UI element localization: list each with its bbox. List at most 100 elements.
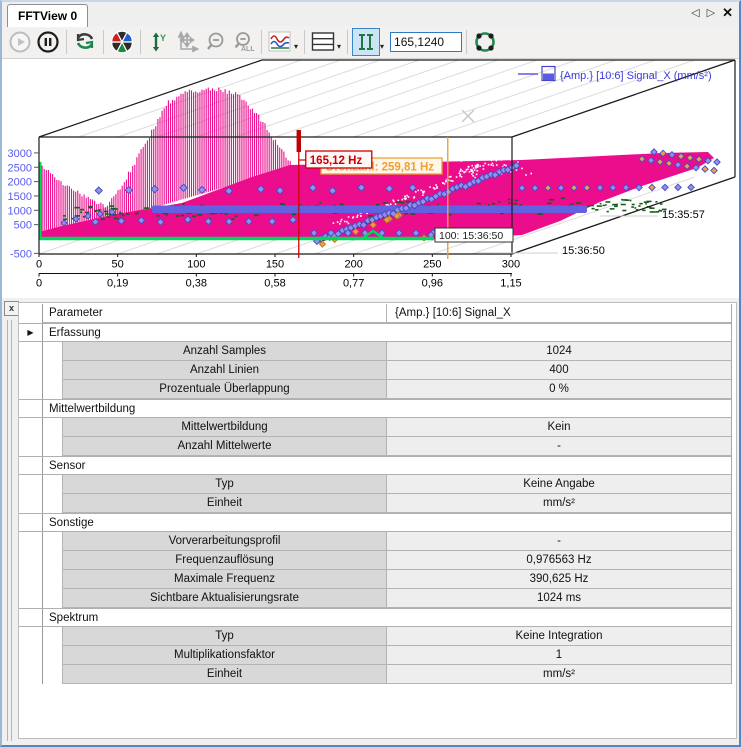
tab-title: FFTView 0 (18, 9, 77, 23)
frequency-cursor-label: 165,12 Hz (310, 155, 363, 167)
y-tick-label: 1500 (8, 191, 32, 203)
row-indent (43, 532, 62, 551)
row-indent (43, 475, 62, 494)
play-button[interactable] (7, 29, 33, 55)
table-row-param[interactable]: Sichtbare Aktualisierungsrate1024 ms (19, 589, 731, 608)
row-gutter (19, 380, 43, 399)
rotate-view-button[interactable] (472, 29, 498, 55)
row-gutter (19, 532, 43, 551)
table-row-section[interactable]: Sonstige (19, 513, 731, 532)
time-label: 15:36:50 (562, 245, 605, 257)
row-gutter (19, 475, 43, 494)
param-label-cell: Multiplikationsfaktor (62, 646, 386, 665)
table-row-section[interactable]: Mittelwertbildung (19, 399, 731, 418)
table-row-param[interactable]: Anzahl Mittelwerte- (19, 437, 731, 456)
refresh-icon (72, 29, 98, 55)
toolbar-separator (304, 30, 305, 54)
y-tick-label: 3000 (8, 148, 32, 160)
x-tick-order: 0,77 (343, 278, 364, 290)
tab-fftview[interactable]: FFTView 0 (7, 4, 88, 27)
panel-close-button[interactable]: x (4, 301, 19, 316)
layout-button[interactable] (310, 29, 336, 55)
pinwheel-button[interactable] (109, 29, 135, 55)
table-row-section[interactable]: ▶Erfassung (19, 323, 731, 342)
param-value-cell: 1024 (386, 342, 731, 361)
param-value-cell: mm/s² (386, 665, 731, 684)
row-indent (43, 494, 62, 513)
tab-prev-icon[interactable]: ◁ (691, 6, 699, 20)
table-row-param[interactable]: Vorverarbeitungsprofil- (19, 532, 731, 551)
scale-y-icon: Y (147, 30, 171, 54)
row-marker: ▶ (19, 324, 43, 341)
waterfall-plot-panel[interactable]: 15:35:5715:36:5030002500200015001000500-… (2, 59, 741, 298)
param-label-cell: Einheit (62, 494, 386, 513)
table-row-param[interactable]: Maximale Frequenz390,625 Hz (19, 570, 731, 589)
cursor-mode-button[interactable] (352, 28, 380, 56)
zoom-out-all-button[interactable]: ALL (230, 29, 256, 55)
table-row-param[interactable]: Multiplikationsfaktor1 (19, 646, 731, 665)
row-gutter (19, 437, 43, 456)
x-tick-hz: 250 (423, 259, 441, 271)
parameter-panel: x Parameter{Amp.} [10:6] Signal_X▶Erfass… (2, 298, 739, 747)
row-indent (43, 380, 62, 399)
close-icon[interactable]: ✕ (722, 6, 733, 20)
parameter-table-card: Parameter{Amp.} [10:6] Signal_X▶Erfassun… (18, 302, 737, 739)
param-value-cell: 1024 ms (386, 589, 731, 608)
table-row-top[interactable]: Parameter{Amp.} [10:6] Signal_X (19, 304, 731, 323)
param-label-cell: Typ (62, 475, 386, 494)
toolbar-separator (103, 30, 104, 54)
table-row-param[interactable]: Einheitmm/s² (19, 665, 731, 684)
pinwheel-icon (110, 30, 134, 54)
row-gutter (19, 304, 43, 323)
x-tick-hz: 100 (187, 259, 205, 271)
table-row-param[interactable]: Anzahl Linien400 (19, 361, 731, 380)
param-label-cell: Vorverarbeitungsprofil (62, 532, 386, 551)
row-indent (43, 551, 62, 570)
x-tick-order: 0,58 (264, 278, 285, 290)
frequency-input[interactable] (390, 32, 462, 52)
table-row-param[interactable]: Anzahl Samples1024 (19, 342, 731, 361)
layout-dropdown-icon[interactable]: ▾ (337, 42, 341, 51)
row-indent (43, 627, 62, 646)
table-row-param[interactable]: MittelwertbildungKein (19, 418, 731, 437)
row-gutter (19, 418, 43, 437)
row-gutter (19, 457, 43, 474)
row-gutter (19, 665, 43, 684)
refresh-button[interactable] (72, 29, 98, 55)
zoom-out-all-icon: ALL (230, 30, 256, 54)
table-row-param[interactable]: Frequenzauflösung0,976563 Hz (19, 551, 731, 570)
curves-style-button[interactable] (267, 29, 293, 55)
row-indent (43, 361, 62, 380)
row-indent (43, 342, 62, 361)
param-label-cell: Mittelwertbildung (62, 418, 386, 437)
fit-axes-button[interactable] (174, 29, 200, 55)
row-gutter (19, 361, 43, 380)
x-tick-hz: 200 (344, 259, 362, 271)
pause-button[interactable] (35, 29, 61, 55)
splitter-handle[interactable] (7, 320, 8, 741)
toolbar-separator (140, 30, 141, 54)
tab-next-icon[interactable]: ▷ (707, 6, 715, 20)
waterfall-plot[interactable]: 15:35:5715:36:5030002500200015001000500-… (2, 59, 741, 298)
svg-text:Y: Y (160, 33, 166, 43)
splitter-handle[interactable] (11, 320, 12, 741)
table-row-param[interactable]: Einheitmm/s² (19, 494, 731, 513)
row-indent (43, 418, 62, 437)
curves-dropdown-icon[interactable]: ▾ (294, 42, 298, 51)
row-gutter (19, 551, 43, 570)
param-label-cell: Sichtbare Aktualisierungsrate (62, 589, 386, 608)
cursor-dropdown-icon[interactable]: ▾ (380, 42, 384, 51)
scale-y-button[interactable]: Y (146, 29, 172, 55)
section-label: Spektrum (43, 609, 731, 626)
table-row-param[interactable]: TypKeine Angabe (19, 475, 731, 494)
x-tick-hz: 150 (266, 259, 284, 271)
table-row-param[interactable]: TypKeine Integration (19, 627, 731, 646)
table-row-section[interactable]: Spektrum (19, 608, 731, 627)
param-header-value: {Amp.} [10:6] Signal_X (386, 304, 731, 323)
time-label: 15:35:57 (662, 209, 705, 221)
zoom-out-button[interactable] (202, 29, 228, 55)
table-row-param[interactable]: Prozentuale Überlappung0 % (19, 380, 731, 399)
x-tick-hz: 0 (36, 259, 42, 271)
table-row-section[interactable]: Sensor (19, 456, 731, 475)
param-value-cell: mm/s² (386, 494, 731, 513)
